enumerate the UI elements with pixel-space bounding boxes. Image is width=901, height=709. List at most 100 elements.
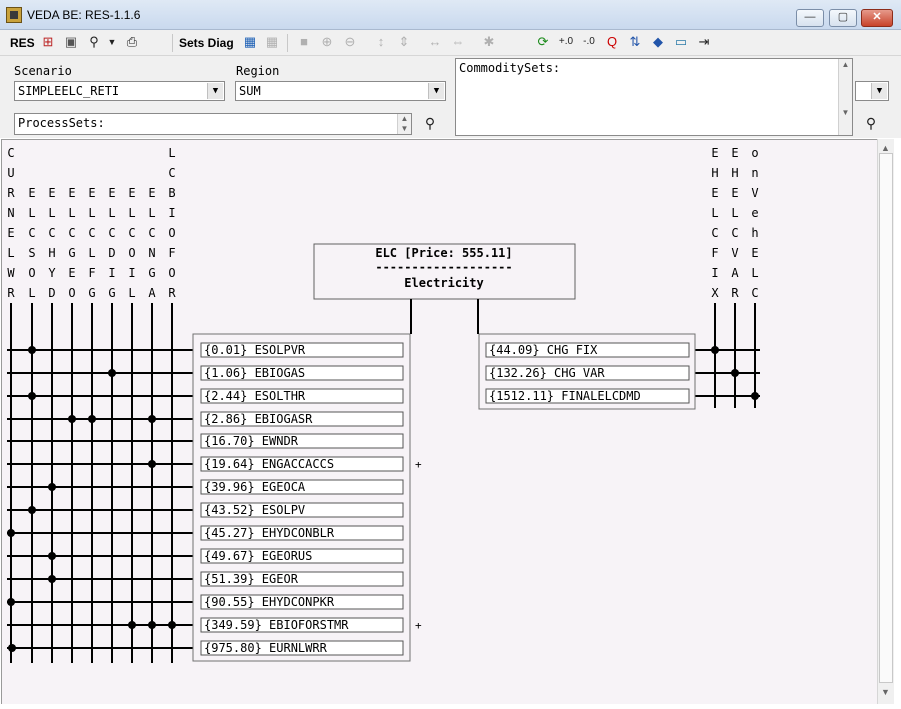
close-button[interactable]: ✕ [861, 9, 893, 27]
input-commodity-letter: I [168, 206, 175, 220]
input-commodity-letter: G [88, 286, 95, 300]
input-commodity-letter: G [148, 266, 155, 280]
input-commodity-letter: O [168, 226, 175, 240]
processsets-scrollbar[interactable]: ▲ ▼ [397, 114, 411, 134]
output-commodity-letter: V [731, 246, 738, 260]
input-commodity-letter: C [168, 166, 175, 180]
input-commodity-letter: E [148, 186, 155, 200]
output-commodity-letter: o [751, 146, 758, 160]
input-process-group [192, 333, 411, 662]
input-commodity-letter: L [68, 206, 75, 220]
chevron-down-icon[interactable]: ▼ [428, 83, 444, 99]
input-commodity-letter: O [168, 266, 175, 280]
query-panel: Scenario SIMPLEELC_RETI ▼ Region SUM ▼ P… [0, 56, 901, 138]
input-commodity-letter: I [108, 266, 115, 280]
input-commodity-letter: G [68, 246, 75, 260]
connection-dot [148, 460, 156, 468]
scroll-thumb[interactable] [879, 153, 893, 683]
connection-dot [128, 621, 136, 629]
input-commodity-letter: L [108, 206, 115, 220]
output-commodity-letter: E [751, 246, 758, 260]
connection-dot [711, 346, 719, 354]
grid-color-icon[interactable]: ▦ [242, 34, 258, 50]
scroll-up-icon[interactable]: ▲ [881, 143, 890, 153]
output-commodity-letter: E [731, 186, 738, 200]
input-commodity-letter: C [28, 226, 35, 240]
input-commodity-letter: L [128, 286, 135, 300]
connection-dot [68, 415, 76, 423]
expand-plus-icon: + [415, 619, 422, 632]
input-commodity-letter: E [68, 186, 75, 200]
maximize-button[interactable]: ▢ [829, 9, 857, 27]
input-commodity-letter: L [148, 206, 155, 220]
dropdown-arrow-icon[interactable]: ▼ [104, 34, 120, 50]
chevron-down-icon[interactable]: ▼ [871, 83, 887, 99]
diagram-canvas: ELCURNELWRELCSOLELCHYDELCGEOELCLFGELCDIG… [1, 139, 877, 704]
refresh-icon[interactable]: ⟳ [535, 34, 551, 50]
toolbar: RES ⊞ ▣ ⚲ ▼ ⎙ Sets Diag ▦ ▦ ■ ⊕ ⊖ ↕ ⇕ ↔ … [0, 30, 901, 56]
input-process-label: {43.52} ESOLPV [204, 503, 305, 517]
commodity-divider: ------------------- [375, 260, 512, 274]
input-commodity-letter: E [88, 186, 95, 200]
window-icon[interactable]: ▣ [63, 34, 79, 50]
screen-icon[interactable]: ▭ [673, 34, 689, 50]
processsets-label: ProcessSets: [18, 116, 105, 130]
decimal-increase-icon[interactable]: +.0 [558, 34, 574, 50]
processsets-input[interactable]: ProcessSets: [14, 113, 412, 135]
output-commodity-letter: e [751, 206, 758, 220]
connection-dot [88, 415, 96, 423]
output-commodity-letter: L [731, 206, 738, 220]
region-label: Region [236, 64, 280, 78]
output-commodity-letter: L [751, 266, 758, 280]
chevron-down-icon[interactable]: ▼ [207, 83, 223, 99]
input-process-label: {349.59} EBIOFORSTMR [204, 618, 349, 632]
input-commodity-letter: E [48, 186, 55, 200]
output-commodity-letter: h [751, 226, 758, 240]
input-commodity-letter: F [168, 246, 175, 260]
toolbar-separator [172, 34, 173, 52]
window-title: VEDA BE: RES-1.1.6 [27, 8, 141, 22]
region-select[interactable]: SUM ▼ [235, 81, 446, 101]
zoom-in-icon: ⊕ [321, 34, 333, 49]
output-commodity-letter: n [751, 166, 758, 180]
input-commodity-letter: D [108, 246, 115, 260]
input-commodity-letter: E [108, 186, 115, 200]
commoditysets-search-icon[interactable]: ⚲ [860, 112, 882, 134]
collapse-horizontal-icon: ⇔ [451, 34, 465, 49]
input-commodity-letter: A [148, 286, 156, 300]
input-commodity-letter: U [7, 166, 14, 180]
input-commodity-letter: L [128, 206, 135, 220]
input-process-label: {90.55} EHYDCONPKR [204, 595, 335, 609]
connection-dot [148, 415, 156, 423]
connection-dot [751, 392, 759, 400]
print-icon[interactable]: ⎙ [124, 34, 140, 50]
filter-query-icon[interactable]: Q [604, 34, 620, 50]
commoditysets-scrollbar[interactable]: ▲ ▼ [838, 59, 852, 135]
exit-icon[interactable]: ⇥ [696, 34, 712, 50]
output-commodity-letter: C [751, 286, 758, 300]
input-commodity-letter: C [148, 226, 155, 240]
binoculars-icon[interactable]: ⚲ [86, 34, 102, 50]
commoditysets-select[interactable]: ▼ [855, 81, 889, 101]
output-commodity-letter: A [731, 266, 739, 280]
connection-dot [48, 483, 56, 491]
sort-icon[interactable]: ⇅ [627, 34, 643, 50]
paint-icon[interactable]: ◆ [650, 34, 666, 50]
minimize-button[interactable]: — [796, 9, 824, 27]
diagram-scrollbar[interactable]: ▲ ▼ [877, 139, 894, 704]
res-button[interactable]: RES [10, 33, 35, 53]
decimal-decrease-icon[interactable]: -.0 [581, 34, 597, 50]
processsets-search-icon[interactable]: ⚲ [419, 112, 441, 134]
scenario-select[interactable]: SIMPLEELC_RETI ▼ [14, 81, 225, 101]
input-commodity-letter: H [48, 246, 55, 260]
collapse-vertical-icon: ⇕ [398, 34, 410, 49]
sets-diag-button[interactable]: Sets Diag [179, 33, 234, 53]
expand-horizontal-icon: ↔ [428, 34, 442, 49]
commoditysets-input[interactable]: CommoditySets: [455, 58, 853, 136]
scroll-down-icon[interactable]: ▼ [881, 687, 890, 697]
tree-icon[interactable]: ⊞ [40, 34, 56, 50]
output-process-label: {132.26} CHG VAR [489, 366, 605, 380]
commoditysets-label: CommoditySets: [459, 61, 561, 75]
input-commodity-letter: L [88, 206, 95, 220]
input-commodity-letter: Y [48, 266, 56, 280]
